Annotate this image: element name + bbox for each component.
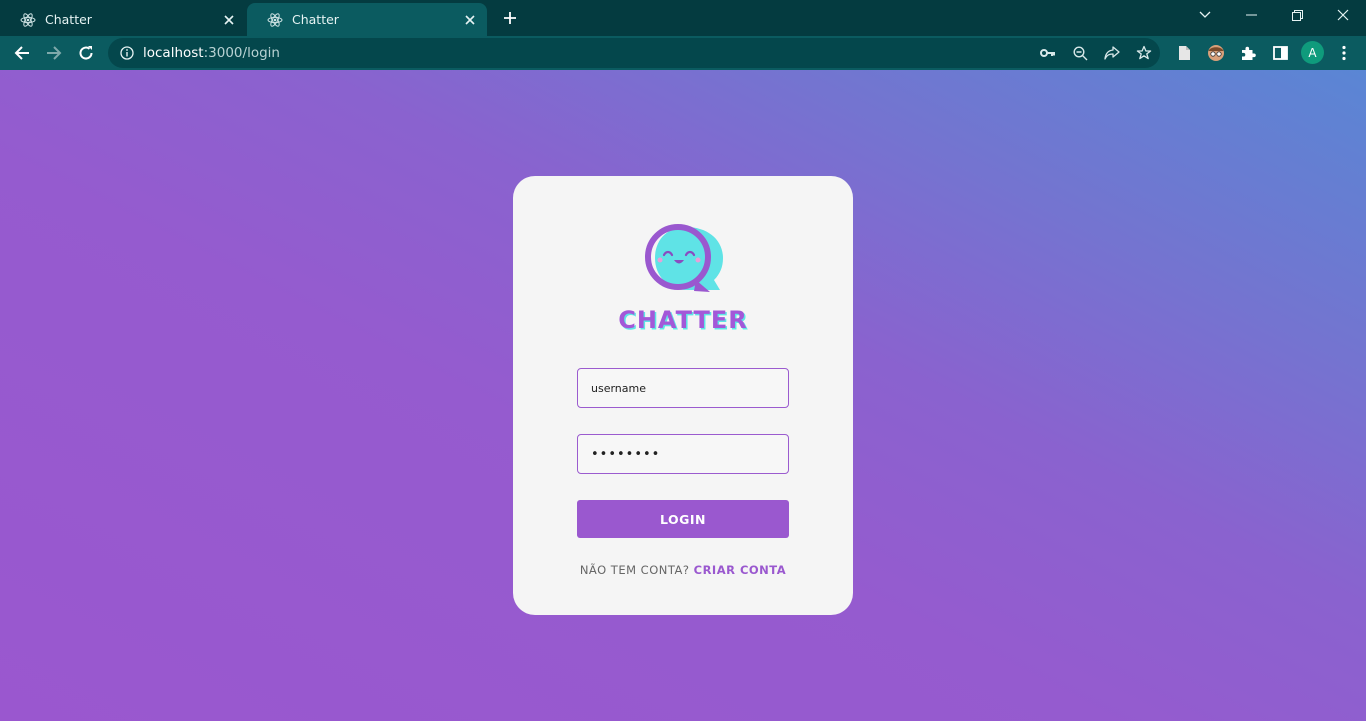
tab-strip: Chatter Chatter bbox=[0, 0, 1366, 36]
create-account-link[interactable]: CRIAR CONTA bbox=[694, 563, 787, 577]
tab-chatter-2[interactable]: Chatter bbox=[247, 3, 487, 36]
username-field[interactable] bbox=[577, 368, 789, 408]
site-info-icon[interactable] bbox=[112, 38, 142, 68]
signup-prompt: NÃO TEM CONTA? CRIAR CONTA bbox=[513, 563, 853, 577]
key-icon[interactable] bbox=[1033, 38, 1063, 68]
react-icon bbox=[267, 12, 283, 28]
close-tab-icon[interactable] bbox=[457, 7, 483, 33]
page-viewport: CHATTER LOGIN NÃO TEM CONTA? CRIAR CONTA bbox=[0, 70, 1366, 721]
password-field[interactable] bbox=[577, 434, 789, 474]
login-button[interactable]: LOGIN bbox=[577, 500, 789, 538]
brand-name: CHATTER bbox=[618, 306, 748, 334]
chatter-logo bbox=[642, 222, 726, 300]
menu-kebab-icon[interactable] bbox=[1329, 36, 1359, 70]
new-tab-icon[interactable] bbox=[497, 5, 523, 31]
minimize-icon[interactable] bbox=[1228, 0, 1274, 30]
react-icon bbox=[20, 12, 36, 28]
tab-search-icon[interactable] bbox=[1182, 0, 1228, 30]
url-text: localhost:3000/login bbox=[143, 45, 280, 61]
share-icon[interactable] bbox=[1097, 38, 1127, 68]
back-icon[interactable] bbox=[7, 36, 37, 70]
tab-title: Chatter bbox=[45, 12, 92, 27]
reload-icon[interactable] bbox=[71, 36, 101, 70]
no-account-text: NÃO TEM CONTA? bbox=[579, 563, 690, 577]
forward-icon[interactable] bbox=[39, 36, 69, 70]
profile-avatar[interactable]: A bbox=[1301, 41, 1324, 64]
tab-title: Chatter bbox=[292, 12, 339, 27]
close-window-icon[interactable] bbox=[1320, 0, 1366, 30]
tab-chatter-1[interactable]: Chatter bbox=[0, 3, 246, 36]
address-bar[interactable]: localhost:3000/login bbox=[108, 38, 1160, 68]
zoom-out-icon[interactable] bbox=[1065, 38, 1095, 68]
browser-toolbar: localhost:3000/login bbox=[0, 36, 1366, 70]
close-tab-icon[interactable] bbox=[216, 7, 242, 33]
login-card: CHATTER LOGIN NÃO TEM CONTA? CRIAR CONTA bbox=[513, 176, 853, 615]
extensions-puzzle-icon[interactable] bbox=[1233, 36, 1263, 70]
side-panel-icon[interactable] bbox=[1265, 36, 1295, 70]
restore-icon[interactable] bbox=[1274, 0, 1320, 30]
bookmark-star-icon[interactable] bbox=[1129, 38, 1159, 68]
document-extension-icon[interactable] bbox=[1169, 36, 1199, 70]
face-extension-icon[interactable] bbox=[1201, 36, 1231, 70]
